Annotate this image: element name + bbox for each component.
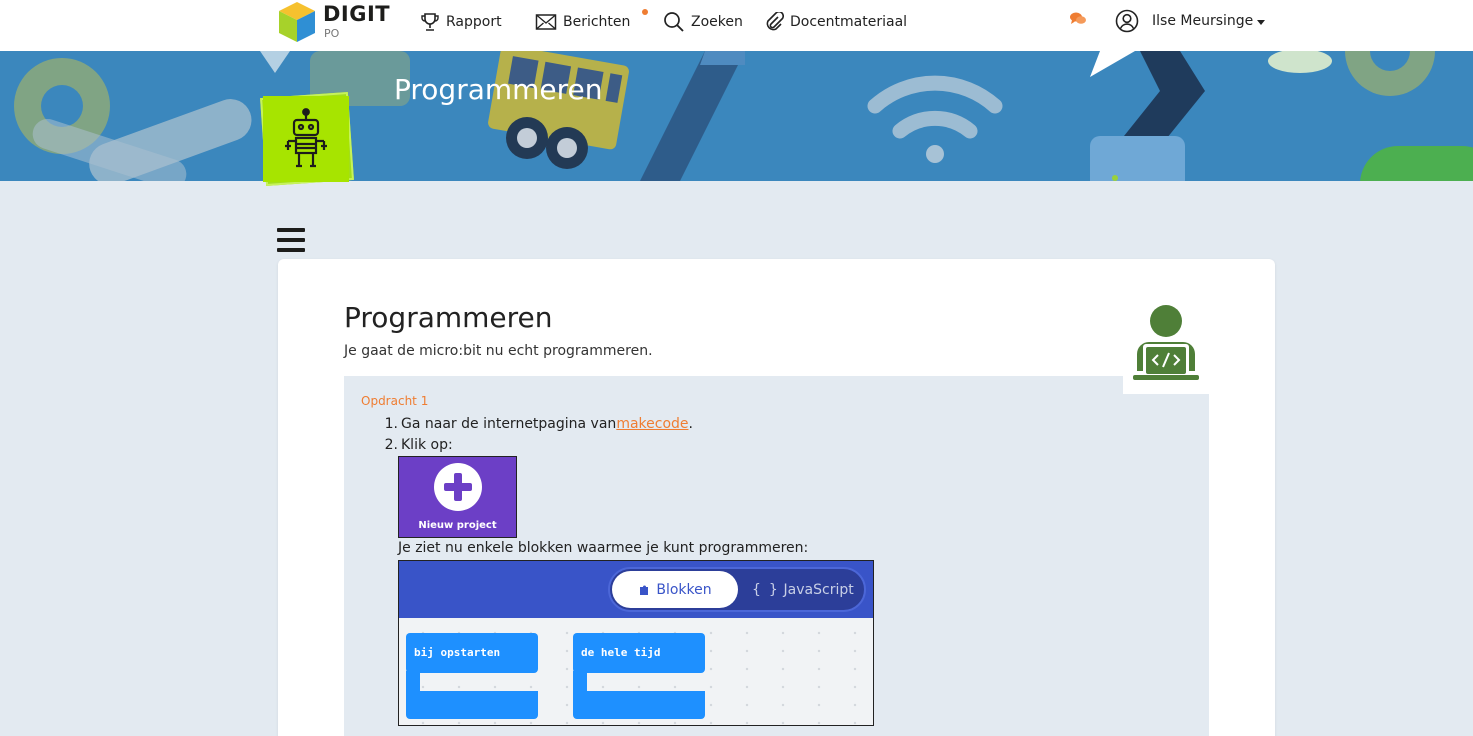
logo-subtext: PO (324, 27, 340, 40)
trophy-icon (421, 13, 439, 31)
notification-dot (642, 9, 648, 15)
nav-zoeken-label: Zoeken (691, 14, 743, 30)
makecode-link[interactable]: makecode (616, 414, 688, 435)
nav-rapport-label: Rapport (446, 14, 502, 30)
menu-icon[interactable] (277, 228, 305, 252)
steps-list: 1. Ga naar de internetpagina van makecod… (384, 414, 693, 456)
puzzle-piece-icon (640, 585, 649, 595)
new-project-label: Nieuw project (418, 520, 497, 531)
braces-icon: { } (752, 581, 778, 598)
programmer-illustration (1123, 299, 1210, 394)
search-icon (664, 12, 684, 32)
user-menu[interactable]: Ilse Meursinge (1115, 9, 1266, 33)
user-circle-icon (1115, 9, 1139, 33)
logo-text: DIGIT (323, 2, 391, 26)
cube-logo-icon (279, 2, 315, 42)
nav-berichten[interactable]: Berichten (535, 10, 630, 34)
nav-docentmateriaal-label: Docentmateriaal (790, 14, 908, 30)
module-badge (263, 96, 349, 182)
assignment-label: Opdracht 1 (361, 394, 429, 408)
robot-icon (285, 108, 327, 168)
list-item: 1. Ga naar de internetpagina van makecod… (384, 414, 693, 435)
envelope-icon (535, 14, 557, 30)
nav-zoeken[interactable]: Zoeken (663, 10, 743, 34)
makecode-header: Blokken { } JavaScript (399, 561, 873, 618)
block-bij-opstarten: bij opstarten (406, 633, 538, 673)
top-navigation: DIGIT PO Rapport Berichten Zoeken Docent… (0, 0, 1473, 51)
list-item: 2. Klik op: (384, 437, 453, 453)
nav-docentmateriaal[interactable]: Docentmateriaal (766, 10, 907, 34)
makecode-screenshot: Blokken { } JavaScript bij opstarten de … (398, 560, 874, 726)
nav-berichten-label: Berichten (563, 14, 631, 30)
user-name: Ilse Meursinge (1152, 13, 1254, 29)
page-title: Programmeren (394, 73, 603, 106)
card-subtitle: Je gaat de micro:bit nu echt programmere… (344, 343, 653, 359)
page-banner: Programmeren (0, 51, 1473, 181)
nav-rapport[interactable]: Rapport (420, 10, 502, 34)
info-text: Je ziet nu enkele blokken waarmee je kun… (398, 540, 809, 556)
paperclip-icon (766, 12, 784, 31)
tab-javascript: { } JavaScript (752, 581, 854, 598)
chevron-down-icon (1257, 19, 1266, 25)
digit-po-logo[interactable]: DIGIT PO (277, 0, 391, 44)
tab-blokken: Blokken (612, 571, 738, 608)
content-card: Programmeren Je gaat de micro:bit nu ech… (278, 259, 1275, 736)
card-title: Programmeren (344, 301, 553, 334)
assignment-panel: Opdracht 1 1. Ga naar de internetpagina … (344, 376, 1209, 736)
banner-illustration (0, 51, 1473, 181)
block-de-hele-tijd: de hele tijd (573, 633, 705, 673)
programmer-icon (1133, 305, 1199, 380)
editor-toggle: Blokken { } JavaScript (608, 567, 866, 612)
plus-circle-icon (434, 463, 482, 511)
chat-bubbles-icon[interactable] (1069, 11, 1087, 27)
new-project-image: Nieuw project (398, 456, 517, 538)
